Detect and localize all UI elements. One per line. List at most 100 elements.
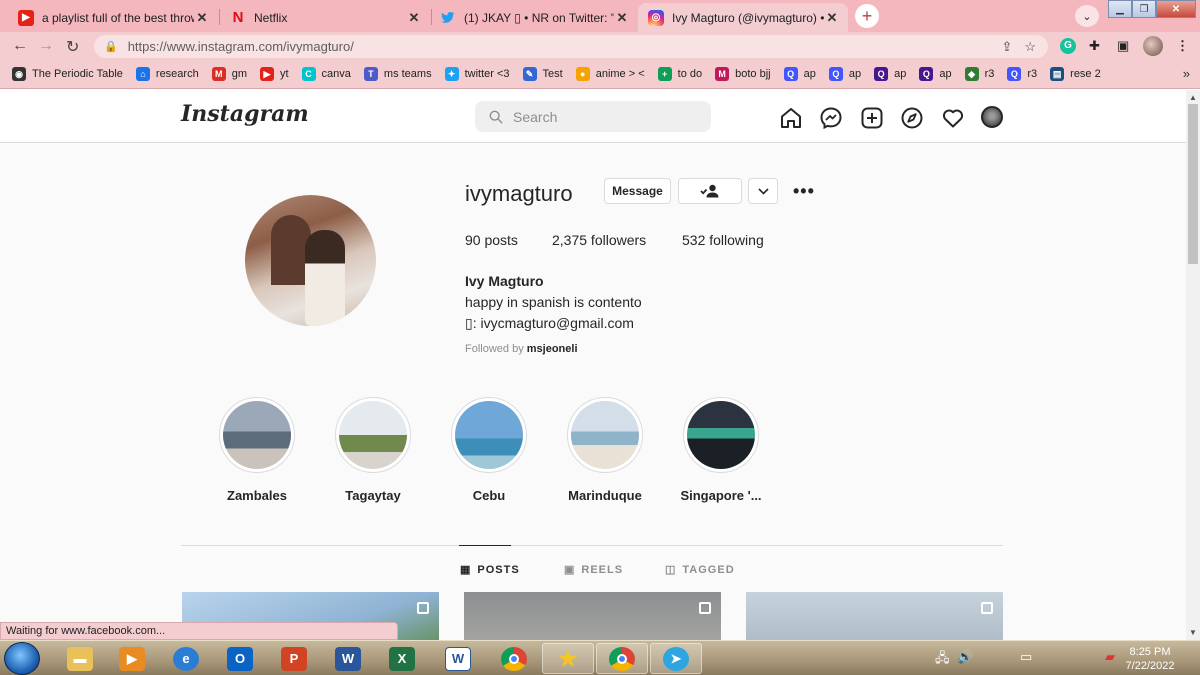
bookmark-star-icon[interactable]: ☆ xyxy=(1024,39,1036,55)
bookmark-test[interactable]: ✎ Test xyxy=(522,67,563,81)
scroll-down-icon[interactable]: ▼ xyxy=(1189,628,1197,637)
bookmark-gm[interactable]: Mgm xyxy=(211,67,247,81)
home-icon[interactable] xyxy=(779,106,803,130)
bookmark-the-periodic-table[interactable]: ◉ The Periodic Table xyxy=(12,67,123,81)
bookmark-canva[interactable]: Ccanva xyxy=(301,67,351,81)
page-scrollbar[interactable]: ▲ ▼ xyxy=(1186,90,1200,640)
notification-icon[interactable]: ▰ xyxy=(1105,649,1115,665)
grammarly-icon[interactable]: G xyxy=(1060,38,1076,54)
bookmark-label: anime > < xyxy=(595,68,645,80)
close-icon[interactable]: ✕ xyxy=(194,10,210,26)
maximize-button[interactable]: ❐ xyxy=(1132,0,1156,18)
telegram-icon[interactable]: ➤ xyxy=(650,643,702,674)
bookmark-research[interactable]: ⌂ research xyxy=(135,67,199,81)
more-options-icon[interactable]: ••• xyxy=(793,181,815,202)
tab-twitter[interactable]: (1) JKAY ▯ • NR on Twitter: "$2 | 2 ✕ xyxy=(430,3,638,32)
post-thumbnail[interactable] xyxy=(464,592,721,640)
start-button[interactable] xyxy=(4,642,40,675)
extensions-icon[interactable]: ✚ xyxy=(1089,38,1100,54)
excel-icon[interactable]: X xyxy=(376,643,428,674)
carousel-icon xyxy=(981,602,993,614)
tab-netflix[interactable]: N Netflix ✕ xyxy=(220,3,430,32)
volume-icon[interactable]: 🔊 xyxy=(957,649,973,665)
messenger-icon[interactable] xyxy=(819,106,843,130)
highlight-marinduque[interactable]: Marinduque xyxy=(550,397,660,503)
highlight-zambales[interactable]: Zambales xyxy=(202,397,312,503)
instagram-logo[interactable]: Instagram xyxy=(181,101,309,127)
bookmark-to-do[interactable]: + to do xyxy=(657,67,702,81)
explore-icon[interactable] xyxy=(900,106,924,130)
chrome-icon[interactable] xyxy=(596,643,648,674)
bookmark-twitter-3[interactable]: ✦ twitter <3 xyxy=(444,67,510,81)
system-clock[interactable]: 8:25 PM 7/22/2022 xyxy=(1120,645,1180,673)
internet-explorer-icon[interactable]: e xyxy=(160,643,212,674)
tab-tagged[interactable]: ◫ TAGGED xyxy=(665,563,735,577)
close-icon[interactable]: ✕ xyxy=(824,10,840,26)
followers-count[interactable]: 2,375 followers xyxy=(552,232,646,248)
bookmark-ap[interactable]: Qap xyxy=(874,67,906,81)
powerpoint-icon[interactable]: P xyxy=(268,643,320,674)
zoom-icon[interactable]: ▭ xyxy=(1020,649,1032,665)
reload-button[interactable]: ↻ xyxy=(66,37,79,57)
tab-reels[interactable]: ▣ REELS xyxy=(564,563,623,577)
youtube-icon: ▶ xyxy=(259,67,274,81)
bookmarks-overflow-icon[interactable]: » xyxy=(1183,66,1190,81)
highlight-tagaytay[interactable]: Tagaytay xyxy=(318,397,428,503)
media-player-icon[interactable]: ▶ xyxy=(106,643,158,674)
bookmark-r3[interactable]: ◆ r3 xyxy=(964,67,994,81)
highlight-cover xyxy=(339,401,407,469)
followed-by[interactable]: Followed by msjeoneli xyxy=(465,343,578,355)
new-tab-button[interactable]: + xyxy=(855,4,879,28)
side-panel-icon[interactable]: ▣ xyxy=(1117,38,1129,54)
bookmark-ap[interactable]: Qap xyxy=(783,67,816,81)
followed-by-prefix: Followed by xyxy=(465,343,524,355)
scroll-up-icon[interactable]: ▲ xyxy=(1189,93,1197,102)
message-button[interactable]: Message xyxy=(604,178,671,204)
scrollbar-thumb[interactable] xyxy=(1188,104,1198,264)
suggested-dropdown-button[interactable] xyxy=(748,178,778,204)
bookmark-ap[interactable]: Qap xyxy=(919,67,952,81)
close-icon[interactable]: ✕ xyxy=(406,10,422,26)
star-icon[interactable]: ★ xyxy=(542,643,594,674)
post-thumbnail[interactable] xyxy=(746,592,1003,640)
browser-menu-icon[interactable]: ⋮ xyxy=(1176,38,1189,54)
highlight-cebu[interactable]: Cebu xyxy=(434,397,544,503)
profile-avatar-small[interactable] xyxy=(981,106,1003,128)
word-icon[interactable]: W xyxy=(322,643,374,674)
address-bar[interactable]: 🔒 https://www.instagram.com/ivymagturo/ … xyxy=(94,35,1048,58)
bookmark-ap[interactable]: Qap xyxy=(828,67,861,81)
active-tab-indicator xyxy=(459,545,511,546)
bookmark-anime[interactable]: ● anime > < xyxy=(575,67,645,81)
tab-youtube[interactable]: ▶ a playlist full of the best throwba ✕ xyxy=(8,3,218,32)
heart-icon[interactable] xyxy=(941,106,965,130)
bookmark-yt[interactable]: ▶ yt xyxy=(259,67,289,81)
close-icon[interactable]: ✕ xyxy=(614,10,630,26)
following-button[interactable] xyxy=(678,178,742,204)
tab-posts[interactable]: ▦ POSTS xyxy=(460,563,520,577)
bookmark-rese-2[interactable]: ▤ rese 2 xyxy=(1050,67,1101,81)
highlight-singapore[interactable]: Singapore '... xyxy=(666,397,776,503)
bookmark-label: ap xyxy=(939,68,952,80)
profile-picture[interactable] xyxy=(245,195,376,326)
following-count[interactable]: 532 following xyxy=(682,232,764,248)
bookmark-label: ms teams xyxy=(383,68,432,80)
outlook-icon[interactable]: O xyxy=(214,643,266,674)
tab-search-button[interactable]: ⌄ xyxy=(1075,5,1099,27)
bookmark-boto-bjj[interactable]: Mboto bjj xyxy=(715,67,771,81)
forward-button[interactable]: → xyxy=(38,37,54,55)
bookmark-ms-teams[interactable]: Tms teams xyxy=(363,67,432,81)
chrome-icon[interactable] xyxy=(488,643,540,674)
window-close-button[interactable]: ✕ xyxy=(1156,0,1196,18)
search-input[interactable]: Search xyxy=(475,101,711,132)
tab-instagram[interactable]: ◎ Ivy Magturo (@ivymagturo) • Inst ✕ xyxy=(638,3,848,32)
word-doc-icon[interactable]: W xyxy=(432,643,484,674)
new-post-icon[interactable] xyxy=(860,106,884,130)
share-icon[interactable]: ⇪ xyxy=(1001,39,1012,55)
minimize-button[interactable]: ▁ xyxy=(1108,0,1132,18)
back-button[interactable]: ← xyxy=(12,37,28,55)
file-explorer-icon[interactable]: ▬ xyxy=(54,643,106,674)
profile-bio: Ivy Magturo happy in spanish is contento… xyxy=(465,271,642,334)
bookmark-r3[interactable]: Qr3 xyxy=(1007,67,1037,81)
network-icon[interactable]: 🖧 xyxy=(935,649,950,671)
profile-avatar[interactable] xyxy=(1143,36,1163,56)
